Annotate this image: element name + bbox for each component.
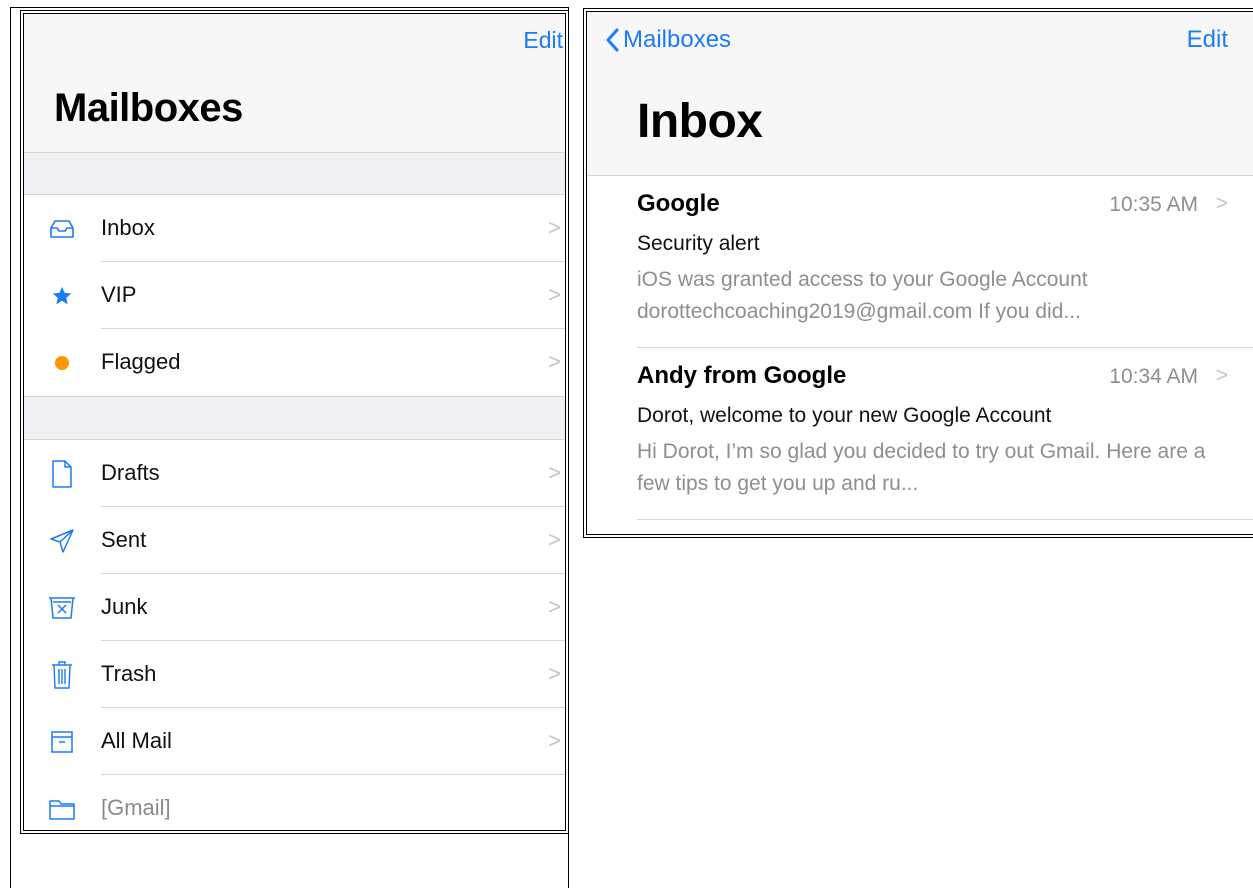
- edit-button[interactable]: Edit: [1187, 26, 1228, 54]
- mailbox-item-junk[interactable]: Junk >: [24, 574, 565, 641]
- mailbox-item-flagged[interactable]: Flagged >: [24, 329, 565, 396]
- chevron-right-icon: >: [548, 728, 561, 753]
- row-divider: [637, 519, 1253, 520]
- back-button-label: Mailboxes: [623, 26, 732, 53]
- mailbox-label: Sent: [101, 527, 147, 552]
- section-gap: [24, 153, 565, 195]
- chevron-right-icon: >: [1215, 364, 1228, 387]
- orange-dot-icon: [48, 349, 76, 377]
- mailbox-item-trash[interactable]: Trash >: [24, 641, 565, 708]
- mailbox-label: All Mail: [101, 728, 172, 753]
- message-time: 10:34 AM: [1109, 365, 1198, 388]
- inbox-tray-icon: [48, 215, 76, 243]
- trash-icon: [48, 661, 76, 689]
- inbox-navbar: Mailboxes Edit Inbox: [587, 12, 1253, 176]
- mailbox-item-inbox[interactable]: Inbox >: [24, 195, 565, 262]
- back-button[interactable]: Mailboxes: [605, 26, 731, 54]
- message-subject: Dorot, welcome to your new Google Accoun…: [637, 404, 1052, 427]
- message-time: 10:35 AM: [1109, 193, 1198, 216]
- mailbox-label: Flagged: [101, 349, 181, 374]
- mailbox-item-all-mail[interactable]: All Mail >: [24, 708, 565, 775]
- paper-plane-icon: [48, 527, 76, 555]
- star-icon: [48, 282, 76, 310]
- message-subject: Security alert: [637, 232, 760, 255]
- page-title: Mailboxes: [54, 86, 243, 130]
- archive-icon: [48, 728, 76, 756]
- chevron-right-icon: >: [548, 282, 561, 307]
- mailbox-label: Inbox: [101, 215, 155, 240]
- folder-icon: [48, 795, 76, 823]
- section-gap: [24, 396, 565, 440]
- chevron-right-icon: >: [548, 594, 561, 619]
- mailbox-label: Junk: [101, 594, 148, 619]
- message-preview: Hi Dorot, I’m so glad you decided to try…: [637, 440, 1206, 495]
- message-sender: Andy from Google: [637, 362, 847, 389]
- document-icon: [48, 460, 76, 488]
- junk-box-icon: [48, 594, 76, 622]
- message-row[interactable]: Google 10:35 AM > Security alert iOS was…: [587, 176, 1253, 348]
- message-sender: Google: [637, 190, 720, 217]
- mailbox-label: VIP: [101, 282, 137, 307]
- mailbox-label: Drafts: [101, 460, 160, 485]
- mailboxes-screen: Edit Mailboxes Inbox > VIP > Flagged > D…: [20, 10, 569, 834]
- message-preview: iOS was granted access to your Google Ac…: [637, 268, 1088, 323]
- chevron-right-icon: >: [548, 349, 561, 374]
- edit-button[interactable]: Edit: [523, 27, 563, 54]
- mailbox-label: Trash: [101, 661, 157, 686]
- mailbox-item-gmail[interactable]: [Gmail]: [24, 775, 565, 830]
- mailbox-item-drafts[interactable]: Drafts >: [24, 440, 565, 507]
- mailbox-item-sent[interactable]: Sent >: [24, 507, 565, 574]
- chevron-right-icon: >: [1215, 192, 1228, 215]
- inbox-screen: Mailboxes Edit Inbox Google 10:35 AM > S…: [583, 8, 1253, 538]
- mailbox-item-vip[interactable]: VIP >: [24, 262, 565, 329]
- chevron-right-icon: >: [548, 527, 561, 552]
- mailbox-label: [Gmail]: [101, 795, 171, 820]
- mailboxes-navbar: Edit Mailboxes: [24, 14, 565, 153]
- chevron-right-icon: >: [548, 661, 561, 686]
- message-row[interactable]: Andy from Google 10:34 AM > Dorot, welco…: [587, 348, 1253, 520]
- chevron-left-icon: [606, 28, 619, 52]
- chevron-right-icon: >: [548, 460, 561, 485]
- page-title: Inbox: [637, 95, 763, 148]
- chevron-right-icon: >: [548, 215, 561, 240]
